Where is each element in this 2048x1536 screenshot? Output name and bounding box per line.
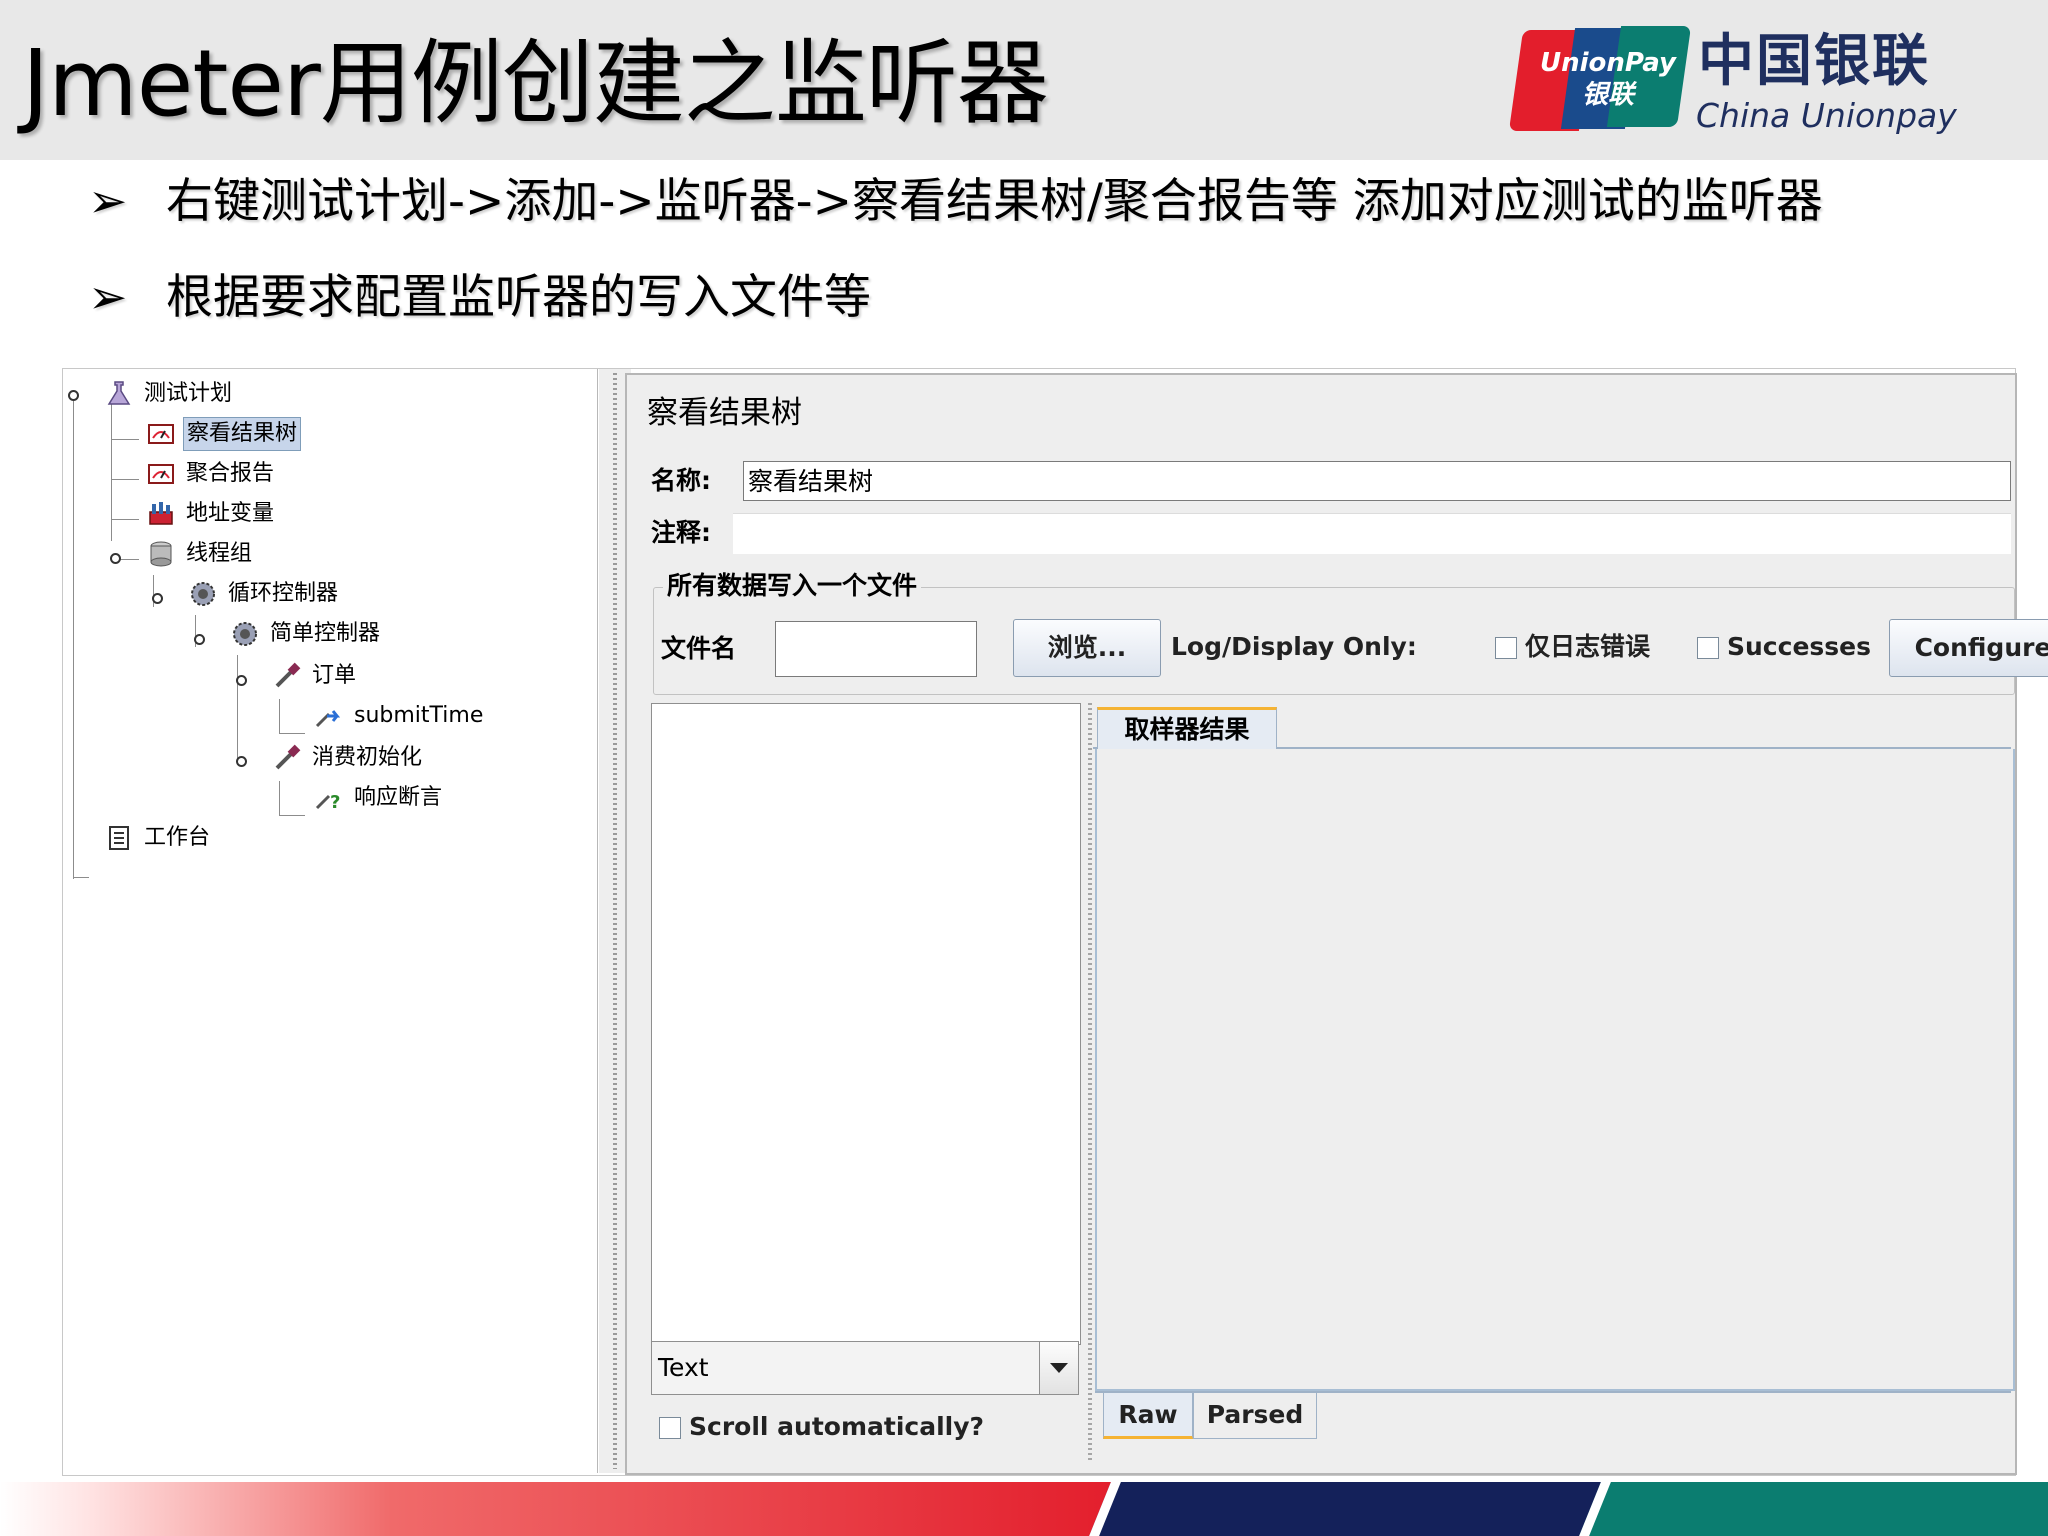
- tree-node-label: 察看结果树: [183, 417, 302, 451]
- sampler-icon: [275, 662, 301, 688]
- tree-node-label: 简单控制器: [270, 621, 381, 646]
- comment-label: 注释:: [651, 518, 711, 547]
- bullet-2: ➢ 根据要求配置监听器的写入文件等: [88, 268, 871, 328]
- successes-checkbox[interactable]: [1697, 637, 1719, 659]
- filename-label: 文件名: [661, 634, 737, 663]
- tree-node-label: 测试计划: [144, 381, 233, 406]
- controller-icon: [191, 582, 215, 606]
- bullet-1: ➢ 右键测试计划->添加->监听器->察看结果树/聚合报告等 添加对应测试的监听器: [88, 172, 1823, 232]
- tree-node-label: 循环控制器: [228, 581, 339, 606]
- slide-title: Jmeter用例创建之监听器: [22, 30, 1049, 137]
- view-results-tree-panel: 察看结果树 名称: 察看结果树 注释: 所有数据写入一个文件 文件名 浏览...…: [625, 373, 2048, 1475]
- comment-field[interactable]: [733, 513, 2011, 554]
- successes-label: Successes: [1727, 632, 1871, 661]
- workbench-icon: [109, 826, 129, 850]
- name-field[interactable]: 察看结果树: [743, 461, 2011, 501]
- logo-english-name: China Unionpay: [1696, 96, 1957, 135]
- jmeter-window: 测试计划 察看结果树 聚合报告 地址变量 线程组 循环控制器 简单控制器 订单: [62, 368, 2048, 1476]
- tree-node-label: 响应断言: [354, 785, 443, 810]
- thread-group-icon: [150, 541, 172, 567]
- unionpay-logo: UnionPay 银联 中国银联 China Unionpay: [1508, 22, 1972, 137]
- chevron-down-icon[interactable]: [1039, 1342, 1078, 1394]
- sampler-icon: [275, 744, 301, 770]
- browse-button[interactable]: 浏览...: [1013, 619, 1161, 677]
- test-plan-tree: 测试计划 察看结果树 聚合报告 地址变量 线程组 循环控制器 简单控制器 订单: [63, 369, 598, 1473]
- result-tree-list[interactable]: [651, 703, 1081, 1345]
- log-display-only-label: Log/Display Only:: [1171, 632, 1417, 661]
- tree-node-label: 聚合报告: [186, 461, 275, 486]
- controller-icon: [233, 622, 257, 646]
- name-label: 名称:: [651, 466, 711, 495]
- svg-text:?: ?: [330, 792, 340, 812]
- logo-cn-box-text: 银联: [1581, 80, 1634, 110]
- flask-icon: [107, 381, 131, 405]
- result-tabs: 取样器结果: [1093, 703, 2011, 751]
- bullet-arrow-icon: ➢: [88, 174, 128, 229]
- post-processor-icon: [315, 710, 341, 728]
- assertion-icon: ?: [315, 792, 340, 812]
- bullet-1-text: 右键测试计划->添加->监听器->察看结果树/聚合报告等 添加对应测试的监听器: [166, 174, 1823, 229]
- tree-node-label: 线程组: [186, 541, 253, 566]
- logo-en-box-text: UnionPay: [1540, 48, 1676, 78]
- logo-chinese-name: 中国银联: [1698, 29, 1930, 94]
- tab-sampler-result[interactable]: 取样器结果: [1097, 707, 1277, 751]
- bullet-2-text: 根据要求配置监听器的写入文件等: [166, 270, 871, 325]
- tree-node-label: submitTime: [354, 703, 484, 728]
- errors-only-label: 仅日志错误: [1525, 632, 1651, 661]
- tree-node-label: 工作台: [144, 825, 211, 850]
- scroll-automatically-checkbox[interactable]: [659, 1417, 681, 1439]
- config-element-icon: [149, 502, 173, 525]
- errors-only-checkbox[interactable]: [1495, 637, 1517, 659]
- tree-node-label: 订单: [312, 663, 357, 688]
- sampler-result-content: [1095, 749, 2015, 1391]
- listener-icon: [148, 424, 174, 444]
- configure-button[interactable]: Configure: [1889, 619, 2048, 677]
- view-mode-tabs: Raw Parsed: [1095, 1391, 2011, 1445]
- renderer-select[interactable]: Text: [651, 1341, 1079, 1395]
- panel-title: 察看结果树: [647, 395, 802, 431]
- renderer-select-value: Text: [658, 1353, 709, 1382]
- unionpay-logo-mark: UnionPay 银联: [1508, 26, 1692, 131]
- tree-node-label: 消费初始化: [312, 745, 423, 770]
- tab-parsed[interactable]: Parsed: [1193, 1393, 1317, 1439]
- filename-input[interactable]: [775, 621, 977, 677]
- scroll-automatically-label: Scroll automatically?: [689, 1412, 985, 1441]
- write-to-file-group-title: 所有数据写入一个文件: [663, 571, 922, 601]
- listener-icon: [148, 464, 174, 484]
- bullet-arrow-icon: ➢: [88, 270, 128, 325]
- tab-raw[interactable]: Raw: [1103, 1393, 1193, 1439]
- footer-stripes: [0, 1482, 2048, 1536]
- tree-node-label: 地址变量: [186, 501, 275, 526]
